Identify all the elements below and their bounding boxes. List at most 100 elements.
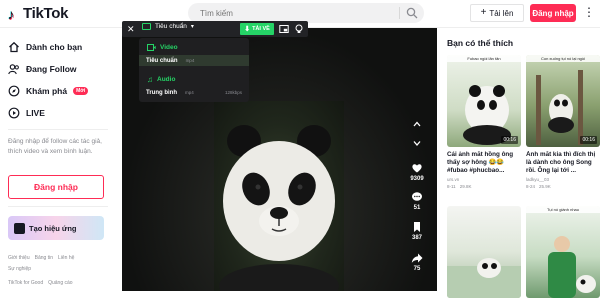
option-label: Tiêu chuẩn: [146, 57, 178, 64]
new-badge: Mới: [73, 87, 89, 95]
recommended-card[interactable]: Con xuống tụi nó lại ngồi 00:16 Ảnh mắt …: [526, 55, 600, 189]
sidebar-divider: [8, 129, 108, 130]
plus-icon: +: [480, 7, 487, 18]
footer-links-row: Sự nghiệp: [8, 266, 31, 272]
sidebar-item-label: Dành cho bạn: [26, 42, 83, 52]
author-name[interactable]: urs.vn: [447, 177, 459, 182]
like-count: 9309: [410, 176, 424, 182]
tiktok-logo[interactable]: ♪ ♪ ♪ TikTok: [6, 5, 68, 23]
video-frame[interactable]: [214, 101, 344, 291]
keeper-thumbnail-image: [548, 236, 596, 298]
compass-icon: [8, 85, 20, 97]
sidebar-login-button[interactable]: Đăng nhập: [8, 175, 104, 199]
recommended-card[interactable]: Fubao ngồi lăn tăn 00:16 Cái ảnh mắt hồn…: [447, 55, 521, 189]
video-thumbnail[interactable]: Fubao ngồi lăn tăn 00:16: [447, 55, 521, 147]
video-duration: 00:16: [501, 136, 518, 144]
quality-toolbar: ✕ Tiêu chuẩn ▾ ⬇ TẢI VỀ: [122, 21, 308, 37]
sidebar-item-label: LIVE: [26, 108, 45, 118]
video-thumbnail[interactable]: Con xuống tụi nó lại ngồi 00:16: [526, 55, 600, 147]
panda-thumbnail-image: [447, 258, 521, 298]
video-camera-icon: [147, 44, 156, 51]
audio-section-header: ♫ Audio: [147, 75, 175, 84]
header-login-button[interactable]: Đăng nhập: [530, 4, 576, 22]
video-meta: urs.vn: [447, 177, 521, 182]
video-caption[interactable]: Cái ảnh mắt hồng ông thấy sợ hông 😂😂 #fu…: [447, 151, 521, 175]
sidebar-item-live[interactable]: LIVE: [8, 107, 45, 119]
download-button[interactable]: ⬇ TẢI VỀ: [240, 23, 274, 35]
chevron-down-icon: ▾: [190, 24, 194, 30]
recommended-title: Bạn có thể thích: [447, 38, 514, 48]
footer-links-row: Giới thiệu Bảng tin Liên hệ: [8, 255, 74, 261]
video-section-header: Video: [147, 44, 178, 51]
comment-button[interactable]: 51: [406, 191, 428, 211]
effect-icon: [14, 222, 25, 234]
create-effect-button[interactable]: Tạo hiệu ứng: [8, 216, 104, 240]
footer-link[interactable]: Sự nghiệp: [8, 266, 31, 272]
panda-thumbnail-image: [463, 85, 511, 145]
audio-option-medium[interactable]: Trung bình mp4 128kbps: [139, 87, 249, 98]
recommended-panel: Bạn có thể thích Fubao ngồi lăn tăn 00:1…: [440, 28, 600, 298]
video-meta: 8-24 25.9K: [526, 184, 600, 189]
view-count: 29.8K: [459, 184, 472, 189]
view-count: 25.9K: [539, 184, 551, 189]
people-icon: [8, 64, 19, 75]
search-icon[interactable]: [406, 7, 418, 19]
sidebar-item-explore[interactable]: Khám phá Mới: [8, 85, 89, 97]
quality-select-label: Tiêu chuẩn: [155, 23, 187, 30]
search-input[interactable]: [200, 5, 400, 21]
share-icon: [411, 253, 423, 263]
video-section-label: Video: [160, 44, 178, 51]
bookmark-icon: [414, 222, 420, 232]
chevron-down-icon[interactable]: [412, 138, 422, 148]
upload-label: Tải lên: [489, 8, 514, 18]
comment-count: 51: [413, 205, 421, 211]
quality-select[interactable]: Tiêu chuẩn ▾: [142, 23, 194, 30]
quality-dropdown: Video Tiêu chuẩn mp4 ♫ Audio Trung bình …: [139, 38, 249, 102]
music-note-icon: ♫: [147, 75, 153, 84]
tiktok-note-icon: ♪ ♪ ♪: [7, 5, 15, 23]
post-date: 8-24: [526, 184, 536, 189]
video-meta: ladkyu__03: [526, 177, 600, 182]
lightbulb-icon[interactable]: [294, 24, 304, 34]
picture-in-picture-icon[interactable]: [279, 24, 289, 34]
sidebar-item-label: Khám phá: [26, 86, 68, 96]
close-icon[interactable]: ✕: [127, 23, 137, 35]
save-button[interactable]: 387: [406, 221, 428, 241]
home-icon: [9, 41, 19, 53]
panda-image: [219, 125, 339, 291]
footer-link[interactable]: Giới thiệu: [8, 255, 30, 261]
recommended-card[interactable]: Tụi nó giành nhau: [526, 206, 600, 298]
comment-icon: [412, 192, 422, 201]
effect-label: Tạo hiệu ứng: [29, 223, 77, 233]
video-duration: 00:16: [580, 136, 597, 144]
sidebar: Dành cho bạn Đang Follow Khám phá Mới LI…: [0, 28, 118, 291]
panda-thumbnail-image: [536, 70, 583, 145]
option-bitrate: 128kbps: [224, 90, 242, 95]
upload-button[interactable]: + Tải lên: [470, 4, 524, 22]
save-count: 387: [411, 235, 422, 241]
share-count: 75: [413, 266, 421, 272]
sidebar-item-for-you[interactable]: Dành cho bạn: [8, 41, 82, 53]
video-thumbnail[interactable]: Tụi nó giành nhau: [526, 206, 600, 298]
recommended-card[interactable]: [447, 206, 521, 298]
sidebar-item-following[interactable]: Đang Follow: [8, 63, 77, 75]
option-format: mp4: [185, 58, 195, 63]
like-button[interactable]: 9309: [406, 162, 428, 182]
video-meta: 8-11 29.8K: [447, 184, 521, 189]
search-box[interactable]: [188, 3, 424, 23]
search-divider: [399, 7, 400, 19]
chevron-up-icon[interactable]: [412, 119, 422, 129]
footer-link[interactable]: TikTok for Good: [8, 280, 43, 286]
more-menu-icon[interactable]: ⋮: [583, 6, 595, 20]
video-caption[interactable]: Ảnh mắt kia thì đích thị là dành cho ông…: [526, 151, 600, 175]
video-option-standard[interactable]: Tiêu chuẩn mp4: [139, 55, 249, 66]
footer-links-row: TikTok for Good Quảng cáo: [8, 280, 73, 286]
footer-link[interactable]: Quảng cáo: [48, 280, 72, 286]
sidebar-login-note: Đăng nhập để follow các tác giả, thích v…: [8, 138, 102, 155]
option-label: Trung bình: [146, 89, 177, 96]
share-button[interactable]: 75: [406, 252, 428, 272]
footer-link[interactable]: Liên hệ: [58, 255, 74, 261]
author-name[interactable]: ladkyu__03: [526, 177, 549, 182]
video-thumbnail[interactable]: [447, 206, 521, 298]
footer-link[interactable]: Bảng tin: [35, 255, 53, 261]
